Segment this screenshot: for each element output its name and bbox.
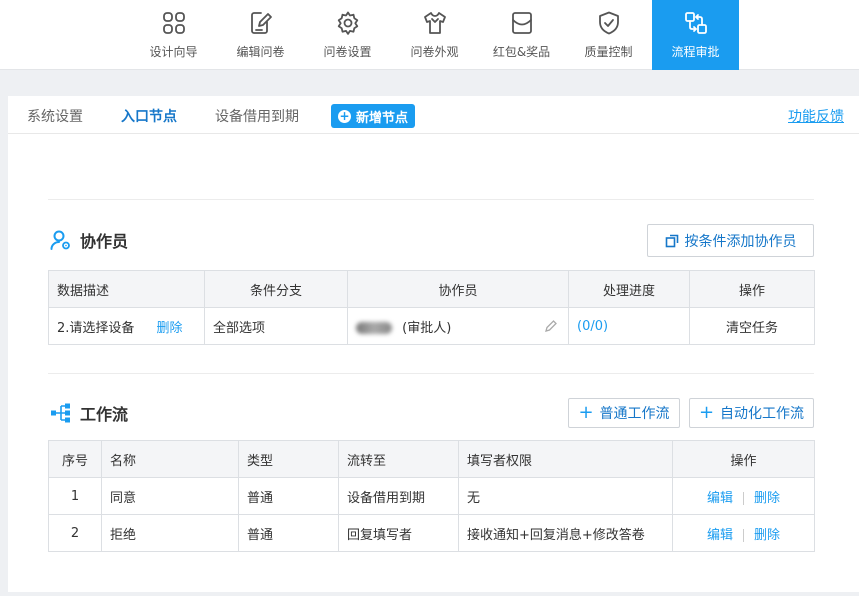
delete-link[interactable]: 删除 xyxy=(754,528,780,543)
tool-label: 编辑问卷 xyxy=(236,45,285,59)
plus-icon: + xyxy=(578,402,594,423)
workflow-title: 工作流 xyxy=(50,401,128,425)
delete-link[interactable]: 删除 xyxy=(754,491,780,506)
cell-perm: 无 xyxy=(458,477,673,515)
cell-no: 1 xyxy=(48,477,102,515)
collaborator-role: (审批人) xyxy=(402,320,452,336)
edit-link[interactable]: 编辑 xyxy=(707,528,733,543)
workflow-title-text: 工作流 xyxy=(80,405,129,424)
user-gear-icon xyxy=(50,230,70,250)
tool-label: 设计向导 xyxy=(149,45,198,59)
subtab-device-due[interactable]: 设备借用到期 xyxy=(215,106,299,126)
clear-task-action[interactable]: 清空任务 xyxy=(726,321,778,336)
divider xyxy=(48,199,814,200)
col-header: 填写者权限 xyxy=(458,440,673,478)
collaborators-table: 数据描述 条件分支 协作员 处理进度 操作 2.请选择设备 删除 全部选项 (审… xyxy=(48,270,815,345)
tool-quality-control[interactable]: 质量控制 xyxy=(565,0,652,70)
shirt-icon xyxy=(423,12,446,34)
normal-workflow-label: 普通工作流 xyxy=(599,406,670,422)
delete-link[interactable]: 删除 xyxy=(157,321,183,336)
tool-label: 问卷设置 xyxy=(323,45,372,59)
gear-icon xyxy=(337,11,358,35)
tool-design-wizard[interactable]: 设计向导 xyxy=(130,0,217,70)
cell-ops: 编辑 删除 xyxy=(672,514,815,552)
main-panel: 系统设置 入口节点 设备借用到期 + 新增节点 功能反馈 协作员 按条件添加协作… xyxy=(8,96,859,592)
envelope-icon xyxy=(511,12,532,34)
pencil-icon[interactable] xyxy=(544,319,558,333)
tool-edit-survey[interactable]: 编辑问卷 xyxy=(217,0,304,70)
tool-label: 红包&奖品 xyxy=(492,45,551,59)
subtab-entry-node[interactable]: 入口节点 xyxy=(121,106,177,126)
cell-perm: 接收通知+回复消息+修改答卷 xyxy=(458,514,673,552)
plus-icon: + xyxy=(698,402,715,423)
edit-link[interactable]: 编辑 xyxy=(707,491,733,506)
tool-survey-appearance[interactable]: 问卷外观 xyxy=(391,0,478,70)
sub-tab-bar: 系统设置 入口节点 设备借用到期 + 新增节点 功能反馈 xyxy=(8,96,859,134)
flow-icon xyxy=(684,12,707,34)
cell-to: 回复填写者 xyxy=(338,514,459,552)
tool-red-packet[interactable]: 红包&奖品 xyxy=(478,0,565,70)
desc-text: 2.请选择设备 xyxy=(57,320,135,336)
add-collaborator-by-condition-button[interactable]: 按条件添加协作员 xyxy=(647,224,814,257)
col-header: 序号 xyxy=(48,440,102,478)
cell-to: 设备借用到期 xyxy=(338,477,459,515)
col-header: 协作员 xyxy=(347,270,569,308)
col-header: 操作 xyxy=(689,270,815,308)
separator xyxy=(743,491,744,505)
col-header: 处理进度 xyxy=(568,270,690,308)
table-row: 1 同意 普通 设备借用到期 无 编辑 删除 xyxy=(48,477,815,515)
add-collaborator-label: 按条件添加协作员 xyxy=(684,233,797,250)
cell-desc: 2.请选择设备 删除 xyxy=(48,307,205,345)
cell-name: 拒绝 xyxy=(101,514,239,552)
table-row: 2 拒绝 普通 回复填写者 接收通知+回复消息+修改答卷 编辑 删除 xyxy=(48,514,815,552)
redacted-name xyxy=(356,322,392,334)
cell-collaborator: (审批人) xyxy=(347,307,569,345)
tool-label: 质量控制 xyxy=(584,45,633,59)
tool-flow-approval[interactable]: 流程审批 xyxy=(652,0,739,70)
tool-label: 流程审批 xyxy=(671,45,720,59)
plus-circle-icon: + xyxy=(338,108,351,123)
collaborators-title: 协作员 xyxy=(50,228,128,252)
cell-no: 2 xyxy=(48,514,102,552)
table-header-row: 数据描述 条件分支 协作员 处理进度 操作 xyxy=(48,270,815,308)
cell-branch: 全部选项 xyxy=(204,307,348,345)
cell-ops: 编辑 删除 xyxy=(672,477,815,515)
table-row: 2.请选择设备 删除 全部选项 (审批人) (0/0) 清空任务 xyxy=(48,307,815,345)
table-header-row: 序号 名称 类型 流转至 填写者权限 操作 xyxy=(48,440,815,478)
cell-type: 普通 xyxy=(238,514,339,552)
progress-link[interactable]: (0/0) xyxy=(577,319,608,334)
shield-check-icon xyxy=(598,11,619,35)
cell-action: 清空任务 xyxy=(689,307,815,345)
collaborators-title-text: 协作员 xyxy=(80,232,129,251)
toolbar-items: 设计向导 编辑问卷 问卷设置 问卷外观 红包&奖品 质量控制 流程审批 xyxy=(130,0,739,70)
top-toolbar: 设计向导 编辑问卷 问卷设置 问卷外观 红包&奖品 质量控制 流程审批 xyxy=(0,0,859,70)
cell-name: 同意 xyxy=(101,477,239,515)
feedback-link[interactable]: 功能反馈 xyxy=(788,106,844,126)
divider xyxy=(48,373,814,374)
link-add-icon xyxy=(665,234,678,247)
normal-workflow-button[interactable]: + 普通工作流 xyxy=(568,398,680,428)
col-header: 数据描述 xyxy=(48,270,205,308)
col-header: 名称 xyxy=(101,440,239,478)
col-header: 流转至 xyxy=(338,440,459,478)
cell-type: 普通 xyxy=(238,477,339,515)
grid-four-icon xyxy=(162,12,185,34)
subtab-system-settings[interactable]: 系统设置 xyxy=(27,106,83,126)
cell-progress: (0/0) xyxy=(568,307,690,345)
edit-doc-icon xyxy=(250,12,272,34)
tool-label: 问卷外观 xyxy=(410,45,459,59)
add-node-button[interactable]: + 新增节点 xyxy=(331,104,416,128)
separator xyxy=(743,528,744,542)
workflow-tree-icon xyxy=(51,403,70,423)
col-header: 条件分支 xyxy=(204,270,348,308)
tool-survey-settings[interactable]: 问卷设置 xyxy=(304,0,391,70)
workflow-table: 序号 名称 类型 流转至 填写者权限 操作 1 同意 普通 设备借用到期 无 编… xyxy=(48,440,815,552)
auto-workflow-button[interactable]: + 自动化工作流 xyxy=(689,398,814,428)
col-header: 类型 xyxy=(238,440,339,478)
add-node-label: 新增节点 xyxy=(356,110,409,126)
col-header: 操作 xyxy=(672,440,815,478)
auto-workflow-label: 自动化工作流 xyxy=(720,406,805,422)
